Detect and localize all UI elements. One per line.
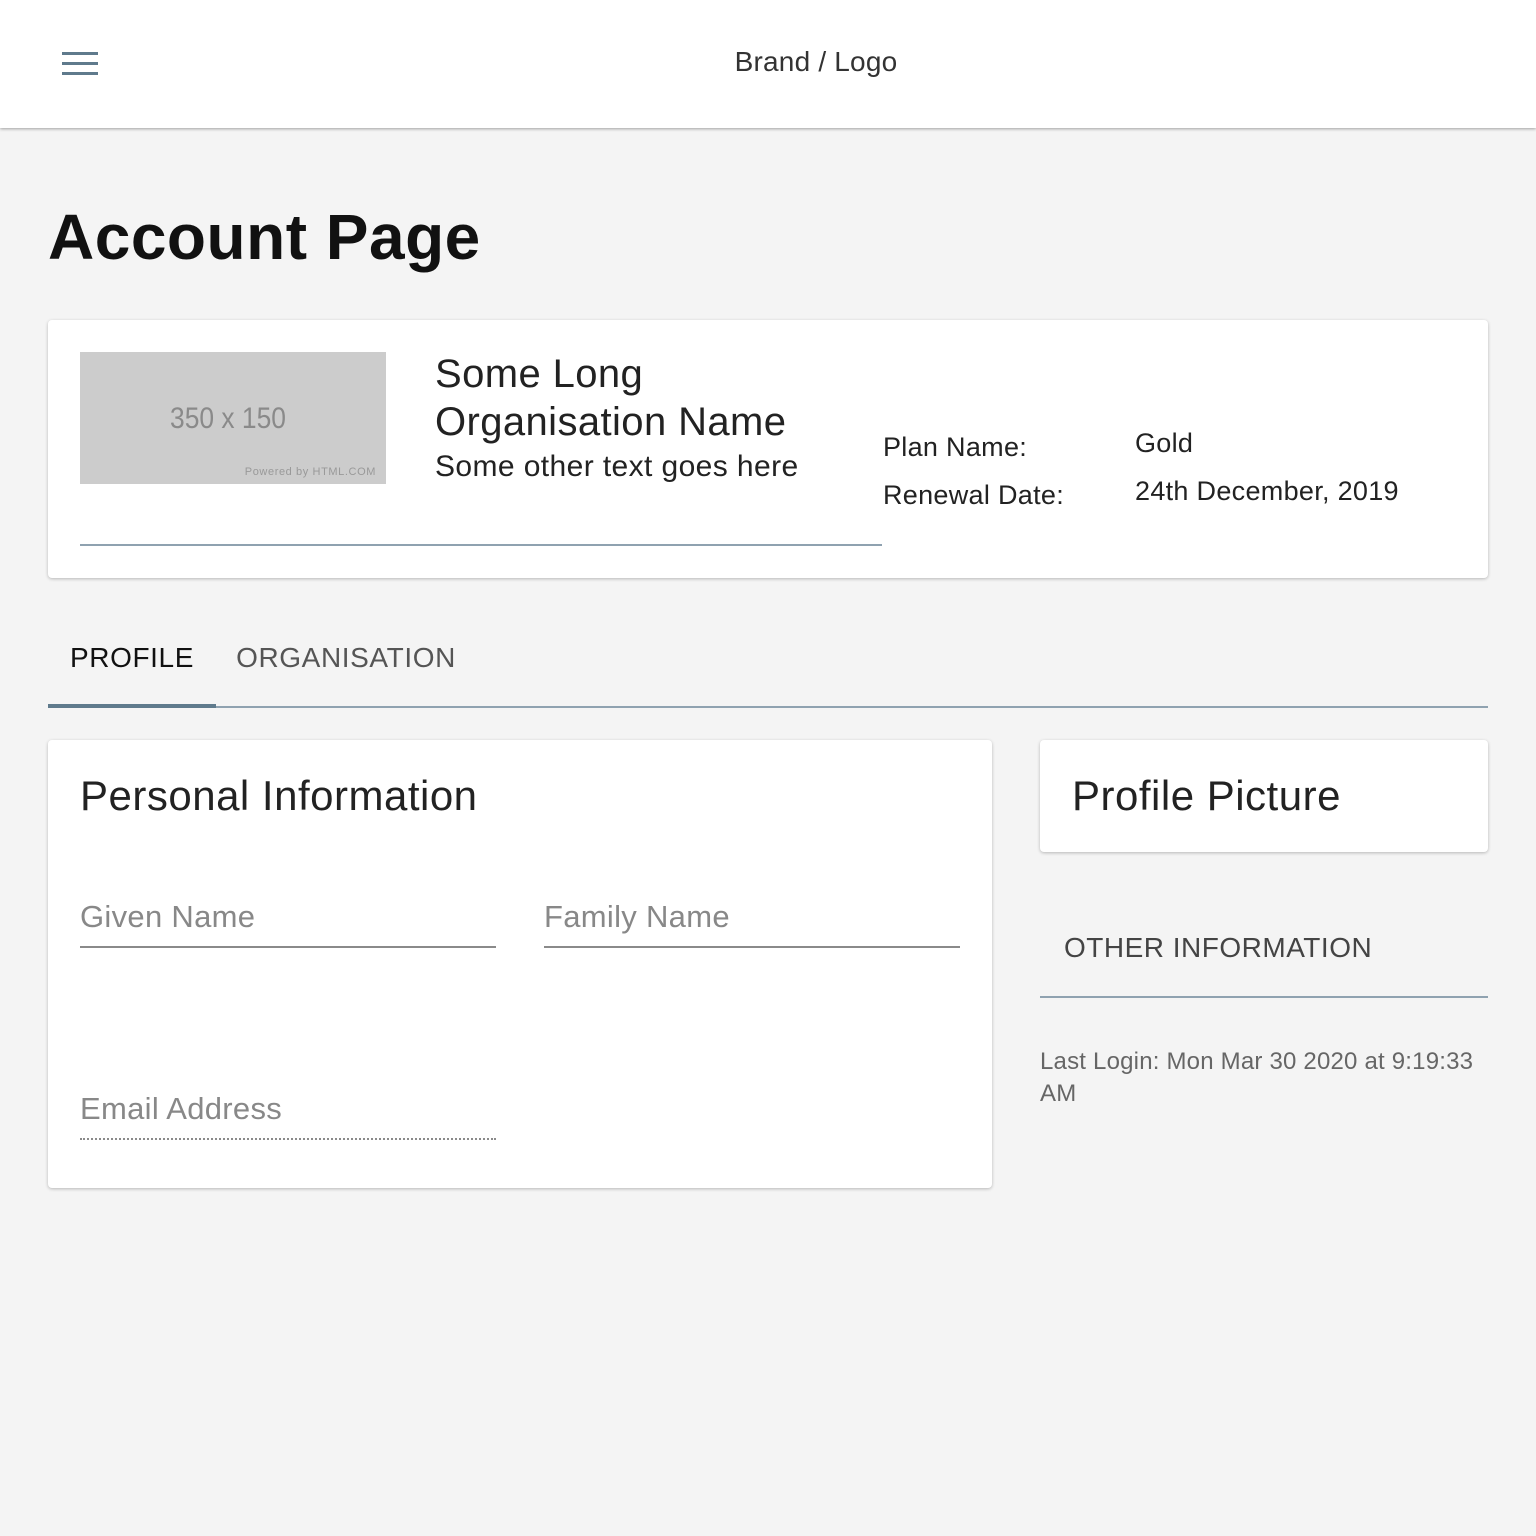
personal-information-card: Personal Information bbox=[48, 740, 992, 1188]
top-app-bar: Brand / Logo bbox=[0, 0, 1536, 128]
family-name-field bbox=[544, 888, 960, 948]
email-underline bbox=[80, 1138, 496, 1140]
given-name-underline bbox=[80, 946, 496, 948]
active-tab-indicator bbox=[48, 704, 216, 708]
plan-name-label: Plan Name: bbox=[883, 432, 1028, 462]
image-powered-by-text: Powered by HTML.COM bbox=[244, 466, 376, 478]
image-dimensions-text: 350 x 150 bbox=[170, 402, 286, 435]
last-login-text: Last Login: Mon Mar 30 2020 at 9:19:33 A… bbox=[1040, 1048, 1474, 1107]
profile-picture-title: Profile Picture bbox=[1072, 772, 1341, 819]
family-name-input[interactable] bbox=[544, 888, 960, 946]
organisation-logo-placeholder: 350 x 150 Powered by HTML.COM bbox=[80, 352, 386, 484]
plan-name-value: Gold bbox=[1135, 428, 1194, 458]
email-field bbox=[80, 1080, 496, 1140]
given-name-field bbox=[80, 888, 496, 948]
tab-profile[interactable]: PROFILE bbox=[48, 612, 216, 706]
family-name-underline bbox=[544, 946, 960, 948]
tab-organisation[interactable]: ORGANISATION bbox=[216, 612, 476, 706]
profile-picture-card[interactable]: Profile Picture bbox=[1040, 740, 1488, 852]
email-input[interactable] bbox=[80, 1080, 496, 1138]
organisation-summary-card: 350 x 150 Powered by HTML.COM Some Long … bbox=[48, 320, 1488, 578]
brand-logo[interactable]: Brand / Logo bbox=[0, 46, 1536, 78]
other-information-divider bbox=[1040, 996, 1488, 998]
personal-information-title: Personal Information bbox=[80, 772, 478, 819]
other-information-label: OTHER INFORMATION bbox=[1064, 932, 1373, 963]
renewal-date-label: Renewal Date: bbox=[883, 480, 1064, 510]
account-tabs: PROFILE ORGANISATION bbox=[48, 612, 1488, 708]
organisation-subtitle: Some other text goes here bbox=[435, 450, 799, 483]
organisation-name: Some Long Organisation Name bbox=[435, 352, 787, 444]
organisation-divider bbox=[80, 544, 882, 546]
other-information-panel[interactable]: OTHER INFORMATION bbox=[1040, 900, 1488, 998]
renewal-date-value: 24th December, 2019 bbox=[1135, 476, 1399, 506]
given-name-input[interactable] bbox=[80, 888, 496, 946]
page-title: Account Page bbox=[48, 201, 481, 273]
tabs-divider bbox=[48, 706, 1488, 708]
